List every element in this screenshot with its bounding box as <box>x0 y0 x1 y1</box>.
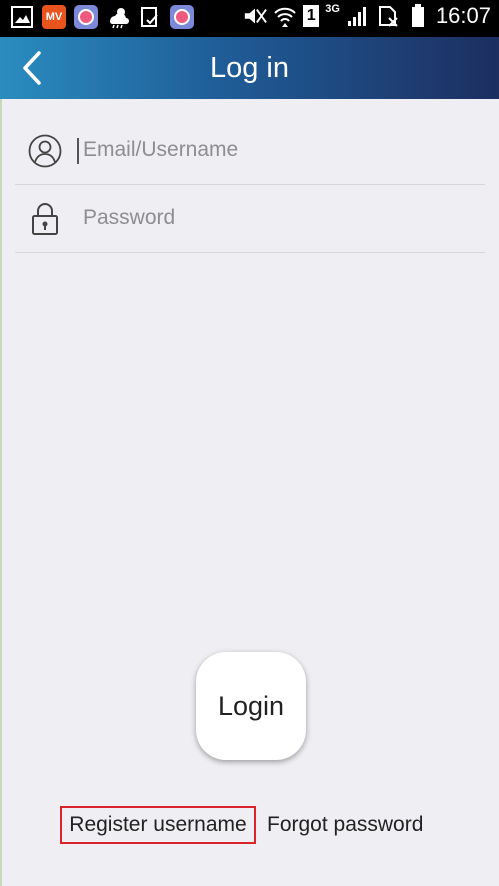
password-input[interactable] <box>77 200 463 236</box>
status-bar: MV 1 3G 16:07 <box>0 0 499 37</box>
no-sim-icon <box>376 4 400 28</box>
forgot-password-link[interactable]: Forgot password <box>267 806 423 844</box>
email-field-row <box>15 116 485 185</box>
clock: 16:07 <box>435 3 491 28</box>
system-icons: 1 3G 16:07 <box>243 3 491 29</box>
notification-icons: MV <box>10 5 194 29</box>
clipboard-check-icon <box>138 5 162 29</box>
weather-icon <box>106 5 130 29</box>
password-field-row <box>15 184 485 253</box>
app-header: Log in <box>0 37 499 99</box>
lock-icon <box>27 201 63 237</box>
network-type: 3G <box>325 3 340 15</box>
camera-app-icon <box>170 5 194 29</box>
mute-icon <box>243 4 268 28</box>
user-icon <box>27 133 63 169</box>
signal-icon <box>346 4 370 28</box>
sim-badge: 1 <box>303 5 320 27</box>
text-cursor <box>77 138 79 164</box>
left-edge-divider <box>0 99 2 886</box>
wifi-icon <box>273 4 297 28</box>
image-notification-icon <box>10 5 34 29</box>
battery-icon <box>406 4 430 28</box>
page-title: Log in <box>209 52 289 84</box>
camera-app-icon <box>74 5 98 29</box>
login-button[interactable]: Login <box>196 652 306 760</box>
mv-app-icon: MV <box>42 5 66 29</box>
email-input[interactable] <box>77 132 463 168</box>
register-username-link[interactable]: Register username <box>60 806 256 844</box>
